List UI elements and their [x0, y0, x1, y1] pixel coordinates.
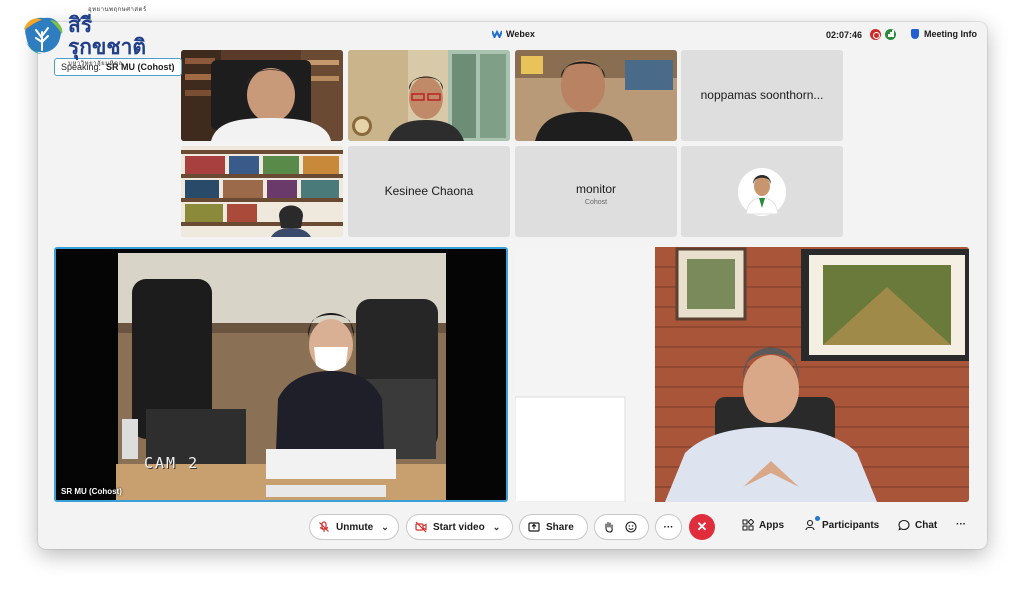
participant-tile-video-5[interactable]	[181, 146, 343, 237]
share-button[interactable]: Share	[519, 514, 588, 540]
start-video-button[interactable]: Start video ⌄	[406, 514, 513, 540]
raise-hand-icon[interactable]	[603, 521, 615, 533]
participant-video-3	[515, 50, 677, 141]
network-health-icon[interactable]	[885, 29, 896, 40]
participant-tile-6[interactable]: Kesinee Chaona	[348, 146, 510, 237]
meeting-controls: Unmute ⌄ Start video ⌄ Share ··· ✕ Apps …	[38, 514, 987, 542]
logo-subtitle-bottom: มหาวิทยาลัยมหิดล	[68, 60, 123, 67]
participant-tile-4[interactable]: noppamas soonthorn...	[681, 50, 843, 141]
participant-name: monitor	[575, 182, 616, 196]
unmute-label: Unmute	[336, 521, 374, 533]
participants-label: Participants	[822, 519, 880, 531]
conference-room-video	[56, 249, 506, 500]
participant-video-2	[348, 50, 510, 141]
participant-name: Kesinee Chaona	[384, 184, 474, 198]
more-options-button[interactable]: ···	[655, 514, 682, 540]
participants-icon	[805, 516, 820, 531]
notification-badge	[815, 516, 820, 521]
meeting-window: Webex 02:07:46 Meeting Info Speaking: SR…	[38, 22, 987, 549]
app-title: Webex	[491, 29, 535, 40]
meeting-info-label: Meeting Info	[924, 29, 977, 39]
participant-tile-7[interactable]: monitor Cohost	[515, 146, 677, 237]
chevron-down-icon[interactable]: ⌄	[493, 522, 501, 533]
emoji-reaction-icon[interactable]	[625, 521, 637, 533]
chat-label: Chat	[915, 519, 938, 531]
participants-button[interactable]: Participants	[805, 516, 880, 531]
participant-name: noppamas soonthorn...	[700, 88, 824, 102]
start-video-label: Start video	[433, 521, 485, 533]
video-name-label: SR MU (Cohost)	[61, 487, 122, 496]
app-name: Webex	[506, 29, 535, 39]
participant-tile-8[interactable]	[681, 146, 843, 237]
reactions-group	[594, 514, 649, 540]
share-label: Share	[546, 521, 574, 533]
participant-tile-video-2[interactable]	[348, 50, 510, 141]
apps-label: Apps	[759, 519, 784, 531]
apps-button[interactable]: Apps	[742, 518, 784, 531]
participant-role: Cohost	[584, 199, 608, 206]
overflow-icon: ···	[956, 519, 966, 530]
tree-logo-icon	[20, 14, 66, 58]
chat-bubble-icon	[898, 519, 910, 531]
title-bar: Webex 02:07:46 Meeting Info	[38, 22, 987, 48]
video-off-icon	[415, 521, 427, 533]
main-video-right[interactable]	[515, 247, 969, 502]
chevron-down-icon[interactable]: ⌄	[381, 522, 389, 533]
participant-video-5	[181, 146, 343, 237]
close-icon: ✕	[696, 519, 708, 534]
organization-logo: อุทยานพฤกษศาสตร์ สิรีรุกขชาติ มหาวิทยาลั…	[20, 6, 150, 67]
main-video-left[interactable]: CAM 2 SR MU (Cohost)	[54, 247, 508, 502]
apps-grid-icon	[742, 518, 755, 531]
avatar	[738, 168, 786, 216]
office-video	[515, 247, 969, 502]
shield-icon	[911, 29, 919, 39]
logo-subtitle-top: อุทยานพฤกษศาสตร์	[88, 6, 147, 13]
more-options-icon: ···	[663, 521, 674, 533]
muted-microphone-icon	[318, 521, 330, 533]
unmute-button[interactable]: Unmute ⌄	[309, 514, 399, 540]
end-call-button[interactable]: ✕	[689, 514, 715, 540]
logo-wordmark: อุทยานพฤกษศาสตร์ สิรีรุกขชาติ มหาวิทยาลั…	[68, 4, 150, 68]
overflow-menu-button[interactable]: ···	[956, 519, 966, 530]
logo-title: สิรีรุกขชาติ	[68, 13, 147, 59]
chat-button[interactable]: Chat	[898, 519, 937, 531]
participant-video-1	[181, 50, 343, 141]
recording-icon[interactable]	[870, 29, 881, 40]
share-screen-icon	[528, 521, 540, 533]
meeting-timer: 02:07:46	[826, 30, 863, 40]
meeting-info-button[interactable]: Meeting Info	[911, 29, 977, 39]
participant-tile-video-3[interactable]	[515, 50, 677, 141]
webex-icon	[491, 29, 503, 40]
participant-tile-video-1[interactable]	[181, 50, 343, 141]
camera-overlay-label: CAM 2	[144, 454, 200, 472]
